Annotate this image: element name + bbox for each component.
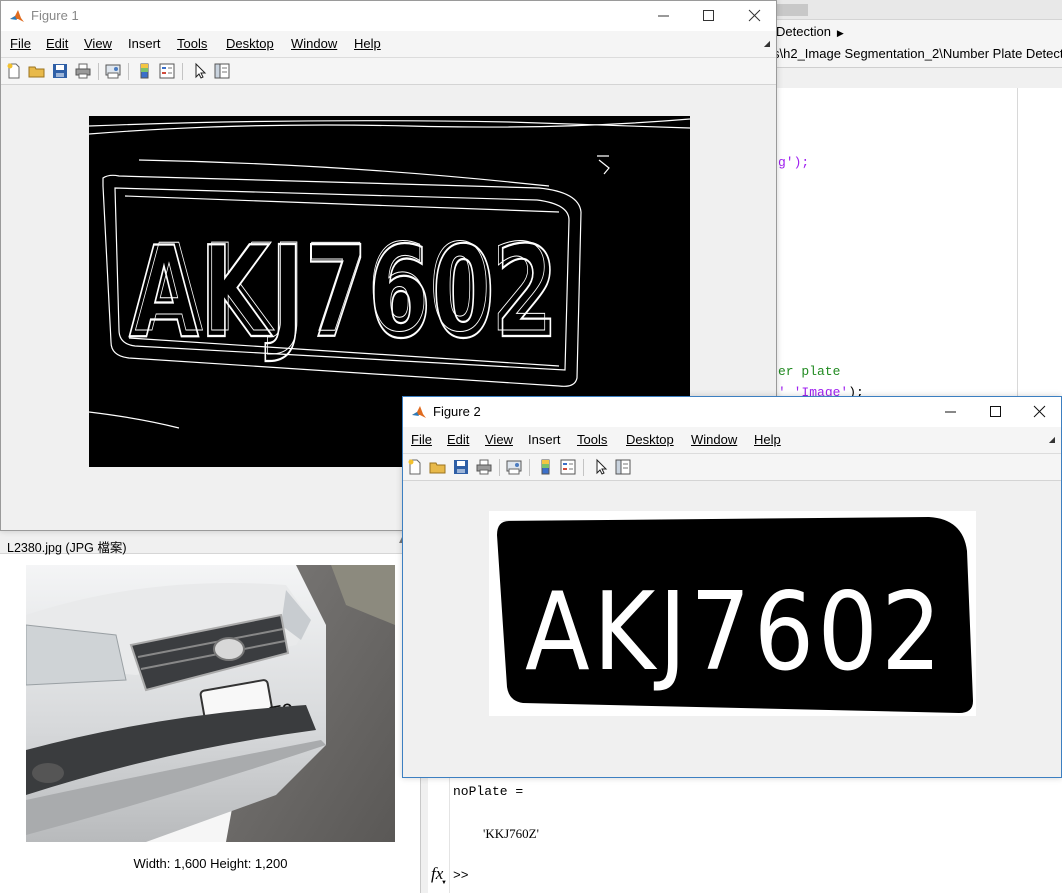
colorbar-icon[interactable] [537, 458, 555, 476]
code-text: ); [848, 385, 864, 396]
code-line[interactable]: g'); [778, 155, 809, 170]
menu-window[interactable]: Window [691, 432, 737, 447]
code-string: ' [778, 385, 794, 396]
colorbar-icon[interactable] [136, 62, 154, 80]
figure-1-titlebar[interactable]: Figure 1 [1, 1, 776, 31]
close-icon[interactable] [1025, 401, 1055, 423]
toolbar-separator [98, 63, 99, 80]
command-output-variable: noPlate = [453, 784, 524, 799]
print-preview-icon[interactable] [104, 62, 122, 80]
open-file-icon[interactable] [429, 458, 447, 476]
editor-pane[interactable] [776, 88, 1062, 398]
menu-desktop[interactable]: Desktop [226, 36, 274, 51]
figure-2-menubar: File Edit View Insert Tools Desktop Wind… [403, 427, 1061, 453]
menu-tools[interactable]: Tools [577, 432, 607, 447]
toolbar-separator [499, 459, 500, 476]
menu-help[interactable]: Help [754, 432, 781, 447]
breadcrumb-item[interactable]: Detection [776, 24, 831, 39]
code-string: 'Image' [793, 385, 849, 396]
print-icon[interactable] [475, 458, 493, 476]
matlab-icon [9, 8, 25, 24]
menu-view[interactable]: View [485, 432, 513, 447]
figure-1-toolbar [1, 57, 776, 85]
figure-2-toolbar [403, 453, 1061, 481]
editor-divider[interactable] [1017, 88, 1018, 398]
menu-dock-arrow-icon[interactable]: ◢ [764, 39, 770, 48]
code-comment[interactable]: er plate [778, 364, 840, 379]
open-file-icon[interactable] [28, 62, 46, 80]
binary-plate-image[interactable]: AKJ7602 [489, 511, 976, 716]
new-figure-icon[interactable] [5, 62, 23, 80]
menu-edit[interactable]: Edit [447, 432, 469, 447]
command-prompt[interactable]: >> [453, 868, 469, 883]
window-title: Figure 2 [433, 404, 481, 419]
chevron-right-icon[interactable]: ▶ [837, 28, 844, 38]
menu-insert[interactable]: Insert [128, 36, 161, 51]
chevron-down-icon[interactable]: ▼ [441, 880, 447, 886]
edit-plot-icon[interactable] [191, 62, 209, 80]
window-title: Figure 1 [31, 8, 79, 23]
menu-insert[interactable]: Insert [528, 432, 561, 447]
legend-icon[interactable] [559, 458, 577, 476]
maximize-icon[interactable] [981, 401, 1011, 423]
menu-file[interactable]: File [10, 36, 31, 51]
figure-2-window[interactable]: Figure 2 File Edit View Insert Tools Des… [402, 396, 1062, 778]
maximize-icon[interactable] [694, 5, 724, 27]
car-photo: 2380-T9 [26, 565, 395, 842]
details-file-name: L2380.jpg (JPG 檔案) [7, 541, 127, 555]
legend-icon[interactable] [158, 62, 176, 80]
menu-view[interactable]: View [84, 36, 112, 51]
save-icon[interactable] [51, 62, 69, 80]
details-dimensions: Width: 1,600 Height: 1,200 [133, 856, 288, 871]
print-preview-icon[interactable] [505, 458, 523, 476]
minimize-icon[interactable] [649, 5, 679, 27]
figure-1-menubar: File Edit View Insert Tools Desktop Wind… [1, 31, 776, 57]
edit-plot-icon[interactable] [592, 458, 610, 476]
menu-file[interactable]: File [411, 432, 432, 447]
minimize-icon[interactable] [936, 401, 966, 423]
menu-edit[interactable]: Edit [46, 36, 68, 51]
desktop-toolstrip [776, 0, 1062, 20]
print-icon[interactable] [74, 62, 92, 80]
figure-2-titlebar[interactable]: Figure 2 [403, 397, 1061, 427]
command-output-value: 'KKJ760Z' [483, 826, 539, 841]
toolbar-separator [583, 459, 584, 476]
current-folder-path[interactable]: s\h2_Image Segmentation_2\Number Plate D… [773, 46, 1062, 62]
menu-desktop[interactable]: Desktop [626, 432, 674, 447]
menu-window[interactable]: Window [291, 36, 337, 51]
breadcrumb[interactable]: Detection ▶ [776, 24, 844, 40]
code-string: g'); [778, 155, 810, 170]
toolbar-separator [128, 63, 129, 80]
menu-help[interactable]: Help [354, 36, 381, 51]
code-line[interactable]: ' 'Image'); [778, 385, 864, 396]
property-inspector-icon[interactable] [614, 458, 632, 476]
binary-plate-text: AKJ7602 [525, 570, 945, 695]
save-icon[interactable] [452, 458, 470, 476]
menu-dock-arrow-icon[interactable]: ◢ [1049, 435, 1055, 444]
close-icon[interactable] [740, 5, 770, 27]
toolbar-separator [182, 63, 183, 80]
menu-tools[interactable]: Tools [177, 36, 207, 51]
toolbar-separator [529, 459, 530, 476]
matlab-icon [411, 404, 427, 420]
new-figure-icon[interactable] [406, 458, 424, 476]
edge-plate-text-inner: AKJ7602 [135, 220, 553, 359]
property-inspector-icon[interactable] [213, 62, 231, 80]
